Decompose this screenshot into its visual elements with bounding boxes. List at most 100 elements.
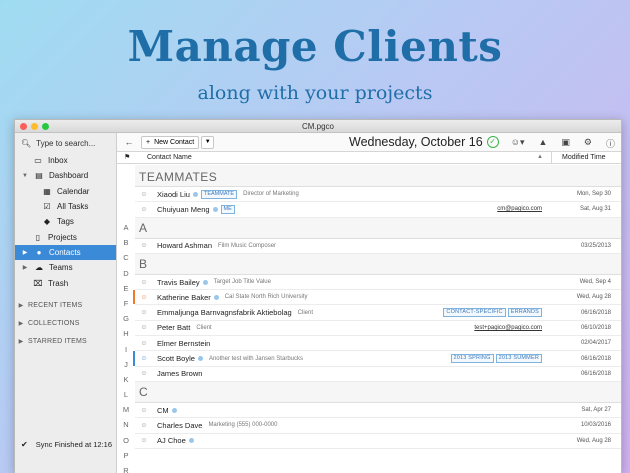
contact-email-link[interactable]: cm@pagico.com (497, 206, 542, 212)
bell-icon[interactable]: ▲ (538, 137, 547, 150)
flag-icon[interactable]: ⚑ (124, 153, 130, 161)
section-label: RECENT ITEMS (28, 302, 83, 310)
alphabet-index-letter[interactable]: B (119, 235, 133, 250)
modified-time: Wed, Aug 28 (576, 294, 611, 301)
column-header-row: ⚑ Contact Name ▲ Modified Time (117, 152, 621, 164)
contact-note: Client (297, 309, 314, 316)
trash-icon: ⌧ (33, 278, 43, 288)
contact-row[interactable]: ☺ Chuiyuan Meng ME cm@pagico.com Sat, Aug 31 (135, 202, 621, 218)
alphabet-index-letter[interactable]: P (119, 448, 133, 463)
alphabet-index-letter[interactable]: I (119, 342, 133, 357)
sidebar-item-contacts[interactable]: ▶ ● Contacts (15, 244, 116, 261)
section-collections[interactable]: ▶ COLLECTIONS (15, 315, 116, 333)
contact-tag[interactable]: 2013 SUMMER (495, 354, 542, 364)
contact-note: Client (196, 324, 212, 331)
app-window: CM.pgco 🔍︎ Type to search... ▭ Inbox ▼ ▤… (14, 119, 622, 473)
column-modified-time[interactable]: Modified Time (551, 152, 606, 164)
modified-time: Wed, Sep 4 (579, 279, 611, 286)
tag-icon: ◆ (43, 217, 51, 227)
section-recent-items[interactable]: ▶ RECENT ITEMS (15, 297, 116, 315)
plus-icon: + (146, 138, 151, 146)
sidebar-item-trash[interactable]: ⌧ Trash (15, 275, 116, 290)
alphabet-index-letter[interactable]: G (119, 311, 133, 326)
contact-tag[interactable]: 2013 SPRING (450, 354, 494, 364)
contact-note: Film Music Composer (218, 242, 277, 249)
contact-name: Elmer Bernstein (157, 338, 211, 348)
contact-row[interactable]: ☺ Elmer Bernstein 02/04/2017 (135, 336, 621, 352)
contact-name: Xiaodi Liu (157, 189, 190, 199)
gear-icon[interactable]: ⚙ (584, 137, 592, 150)
status-dot (171, 407, 177, 413)
contact-row[interactable]: ☺ Howard Ashman Film Music Composer 03/25/2… (135, 239, 621, 254)
person-icon: ☺ (140, 278, 148, 286)
sidebar-search[interactable]: 🔍︎ Type to search... (15, 133, 116, 153)
contact-name: Chuiyuan Meng (157, 204, 210, 214)
person-icon: ☺ (140, 406, 148, 414)
contact-name: CM (157, 405, 169, 415)
sidebar-item-tags[interactable]: ◆ Tags (15, 214, 116, 229)
alphabet-index-letter[interactable]: O (119, 433, 133, 448)
sidebar-item-all-tasks[interactable]: ☑ All Tasks (15, 199, 116, 214)
contact-row[interactable]: ☺ Xiaodi Liu TEAMMATE Director of Marketing… (135, 187, 621, 203)
alphabet-index-letter[interactable]: H (119, 326, 133, 341)
banner-subtitle: along with your projects (197, 82, 433, 104)
contact-row[interactable]: ☺ James Brown 06/16/2018 (135, 367, 621, 382)
sidebar-item-label: Teams (49, 263, 73, 273)
contact-row[interactable]: ☺ Emmaljunga Barnvagnsfabrik Aktiebolag Cl… (135, 305, 621, 321)
alphabet-index-letter[interactable]: A (119, 220, 133, 235)
contact-name: Scott Boyle (157, 354, 195, 364)
contact-row[interactable]: ☺ Scott Boyle Another test with Jansen Sta… (133, 351, 621, 367)
alphabet-index-letter[interactable]: J (119, 357, 133, 372)
contact-tag[interactable]: ERRANDS (507, 308, 542, 318)
lock-icon[interactable]: ▣ (561, 137, 570, 150)
minimize-window-button[interactable] (31, 123, 38, 130)
banner-title: Manage Clients (127, 22, 503, 71)
sidebar-item-projects[interactable]: ▯ Projects (15, 229, 116, 244)
disclosure-open-icon[interactable]: ▼ (21, 173, 29, 179)
disclosure-closed-icon[interactable]: ▶ (21, 249, 29, 256)
info-icon[interactable]: ⓘ (606, 137, 615, 150)
alphabet-index-letter[interactable]: M (119, 402, 133, 417)
sidebar-item-teams[interactable]: ▶ ☁ Teams (15, 260, 116, 275)
modified-time: 06/16/2018 (580, 370, 611, 377)
alphabet-index-letter[interactable]: R (119, 463, 133, 473)
people-icon[interactable]: ☺▾ (511, 137, 525, 150)
section-starred-items[interactable]: ▶ STARRED ITEMS (15, 333, 116, 351)
sort-arrow-icon[interactable]: ▲ (537, 154, 543, 160)
sidebar-item-inbox[interactable]: ▭ Inbox (15, 153, 116, 168)
search-placeholder: Type to search... (36, 138, 96, 148)
sidebar-item-calendar[interactable]: ▦ Calendar (15, 184, 116, 199)
modified-time: 06/10/2018 (580, 324, 611, 331)
contact-row[interactable]: ☺ AJ Choe Wed, Aug 28 (135, 434, 621, 449)
contact-row[interactable]: ☺ Travis Bailey Target Job Title Value Wed,… (135, 275, 621, 291)
sidebar-item-dashboard[interactable]: ▼ ▤ Dashboard (15, 168, 116, 183)
alphabet-index-letter[interactable]: L (119, 387, 133, 402)
person-icon: ☺ (140, 309, 148, 317)
inbox-icon: ▭ (34, 156, 42, 166)
alphabet-index-letter[interactable]: C (119, 250, 133, 265)
alphabet-index-letter[interactable]: E (119, 281, 133, 296)
checkbox-icon: ☑ (43, 202, 51, 212)
sidebar-item-label: Dashboard (49, 171, 89, 181)
contact-row[interactable]: ☺ CM Sat, Apr 27 (135, 403, 621, 419)
contact-tag[interactable]: ME (220, 204, 235, 214)
alphabet-index-letter[interactable]: D (119, 266, 133, 281)
back-arrow-icon[interactable]: ← (117, 137, 141, 147)
alphabet-index-letter[interactable]: K (119, 372, 133, 387)
contact-row[interactable]: ☺ Charles Dave Marketing (555) 000-0000 10/… (135, 418, 621, 434)
new-contact-button[interactable]: + New Contact (141, 135, 200, 149)
contact-email-link[interactable]: test+pagico@pagico.com (474, 325, 542, 331)
contact-tag[interactable]: CONTACT-SPECIFIC (443, 308, 506, 318)
alphabet-index-letter[interactable]: N (119, 417, 133, 432)
alphabet-index-letter[interactable]: F (119, 296, 133, 311)
status-dot (212, 206, 218, 212)
contact-tag[interactable]: TEAMMATE (200, 189, 238, 199)
zoom-window-button[interactable] (42, 123, 49, 130)
close-window-button[interactable] (20, 123, 27, 130)
disclosure-closed-icon[interactable]: ▶ (21, 264, 29, 271)
new-contact-dropdown[interactable]: ▼ (201, 135, 215, 149)
column-contact-name[interactable]: Contact Name (147, 154, 192, 161)
contact-row[interactable]: ☺ Peter Batt Client test+pagico@pagico.com 0… (135, 321, 621, 337)
check-circle-icon[interactable]: ✓ (486, 136, 499, 148)
contact-row[interactable]: ☺ Katherine Baker Cal State North Rich Uni… (133, 290, 621, 306)
